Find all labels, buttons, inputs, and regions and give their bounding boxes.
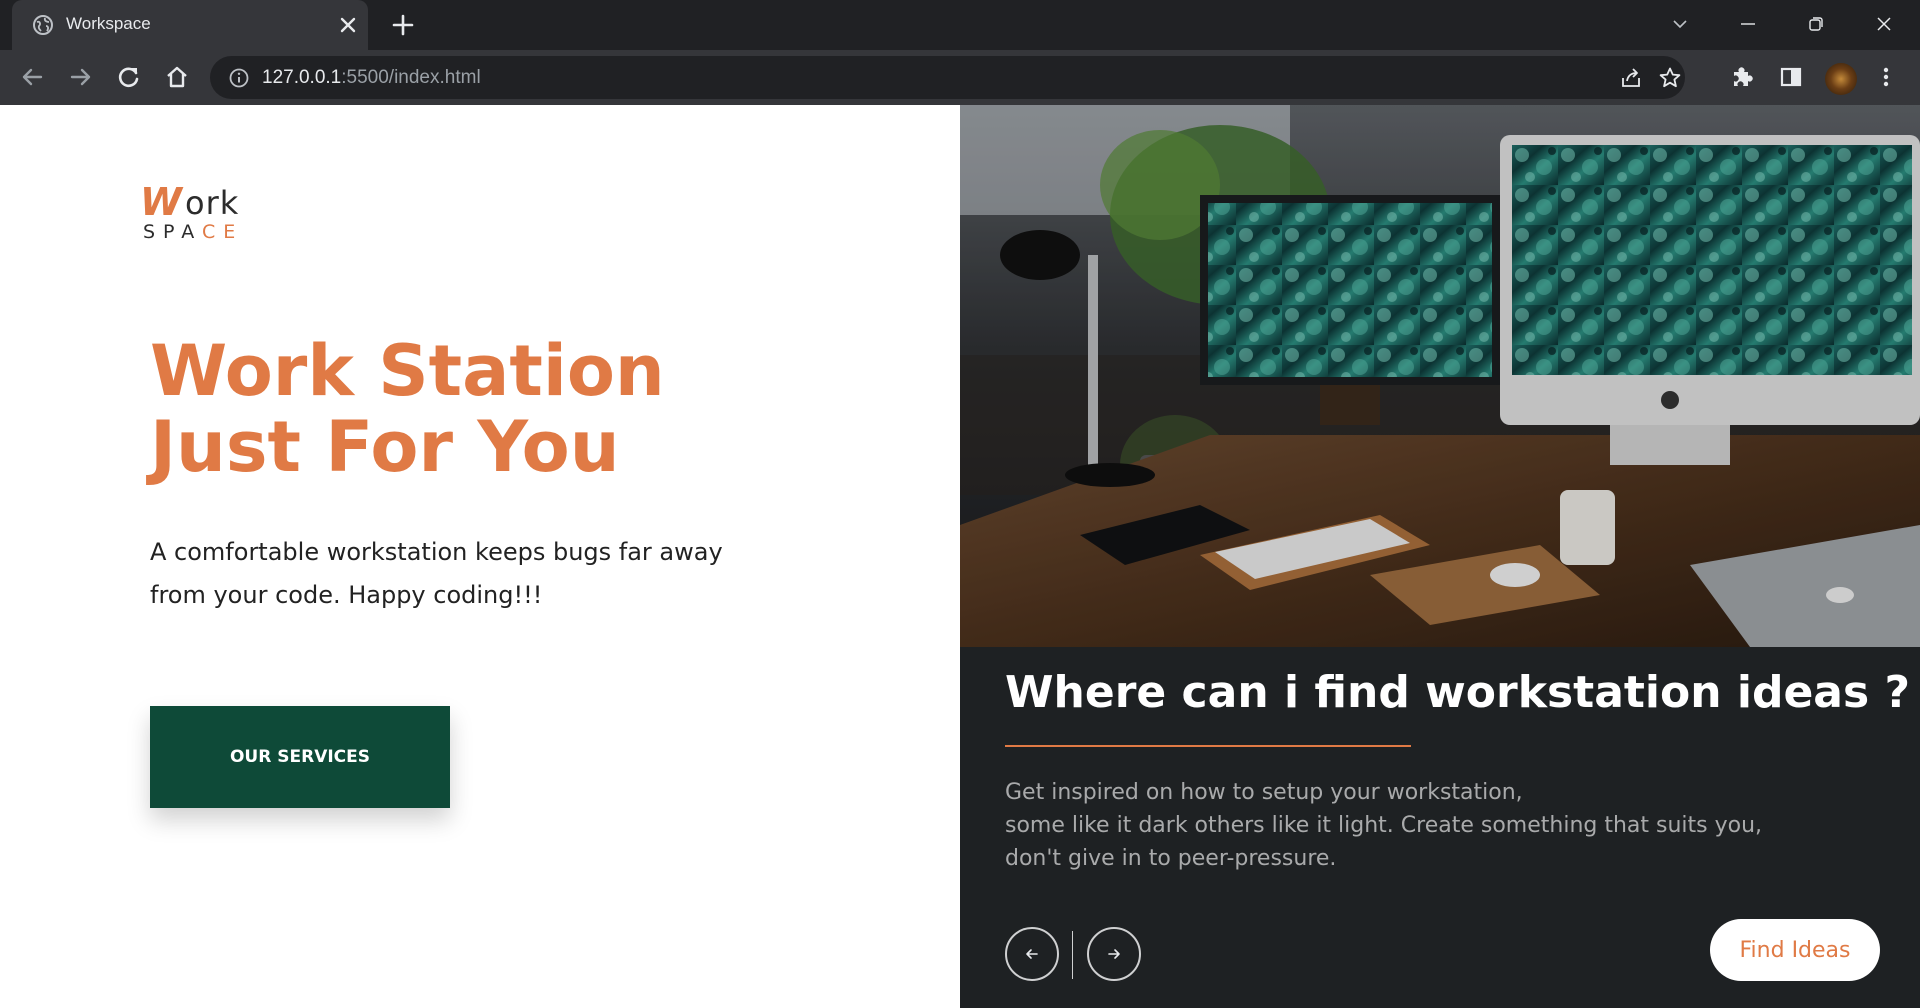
logo-ce: CE — [201, 221, 244, 243]
globe-icon — [33, 15, 53, 35]
info-icon[interactable] — [228, 67, 250, 89]
browser-toolbar: 127.0.0.1:5500/index.html — [0, 50, 1920, 105]
puzzle-icon[interactable] — [1729, 63, 1757, 91]
tab-title: Workspace — [66, 14, 151, 33]
arrow-divider — [1072, 931, 1073, 979]
profile-avatar[interactable] — [1825, 63, 1857, 95]
plus-icon[interactable] — [390, 12, 416, 38]
arrow-right-icon[interactable] — [66, 62, 96, 92]
ideas-description-line-3: don't give in to peer-pressure. — [1005, 846, 1337, 871]
hero-description-line-1: A comfortable workstation keeps bugs far… — [150, 538, 723, 566]
ideas-title: Where can i find workstation ideas ? — [1005, 667, 1911, 718]
find-ideas-button[interactable]: Find Ideas — [1710, 919, 1880, 981]
arrow-right-icon — [1108, 949, 1120, 959]
hero-section: W ork SPACE Work Station Just For You A … — [0, 105, 960, 1008]
hero-title-line-2: Just For You — [150, 406, 620, 488]
restore-icon[interactable] — [1802, 10, 1830, 38]
our-services-button[interactable]: OUR SERVICES — [150, 706, 450, 808]
ideas-panel: Where can i find workstation ideas ? Get… — [960, 105, 1920, 1008]
previous-button[interactable] — [1005, 927, 1059, 981]
side-panel-icon[interactable] — [1777, 63, 1805, 91]
logo-spa: SPA — [143, 221, 202, 243]
chevron-down-icon[interactable] — [1666, 10, 1694, 38]
hero-title: Work Station Just For You — [150, 333, 850, 485]
logo-w: W — [140, 180, 182, 224]
star-icon[interactable] — [1657, 65, 1683, 91]
next-button[interactable] — [1087, 927, 1141, 981]
address-bar[interactable]: 127.0.0.1:5500/index.html — [210, 56, 1685, 99]
hero-description-line-2: from your code. Happy coding!!! — [150, 581, 543, 609]
kebab-menu-icon[interactable] — [1872, 63, 1900, 91]
arrow-left-icon[interactable] — [17, 62, 47, 92]
logo-space: SPACE — [143, 223, 243, 242]
hero-description: A comfortable workstation keeps bugs far… — [150, 531, 770, 617]
url-text[interactable]: 127.0.0.1:5500/index.html — [262, 67, 481, 89]
minimize-icon[interactable] — [1734, 10, 1762, 38]
reload-icon[interactable] — [114, 62, 144, 92]
arrow-left-icon — [1026, 949, 1038, 959]
window-close-icon[interactable] — [1870, 10, 1898, 38]
title-underline — [1005, 745, 1411, 747]
url-host: 127.0.0.1 — [262, 67, 342, 88]
ideas-description-line-2: some like it dark others like it light. … — [1005, 813, 1763, 838]
page-viewport: W ork SPACE Work Station Just For You A … — [0, 105, 1920, 1008]
url-path: :5500/index.html — [341, 67, 481, 88]
logo-ork: ork — [185, 184, 240, 222]
home-icon[interactable] — [162, 62, 192, 92]
close-icon[interactable] — [336, 13, 360, 37]
browser-tab[interactable]: Workspace — [12, 0, 368, 50]
hero-title-line-1: Work Station — [150, 330, 665, 412]
ideas-description-line-1: Get inspired on how to setup your workst… — [1005, 780, 1523, 805]
ideas-description: Get inspired on how to setup your workst… — [1005, 776, 1845, 875]
workstation-photo — [960, 105, 1920, 647]
workspace-logo[interactable]: W ork SPACE — [140, 183, 270, 243]
tab-strip: Workspace — [0, 0, 1920, 50]
share-icon[interactable] — [1618, 65, 1644, 91]
